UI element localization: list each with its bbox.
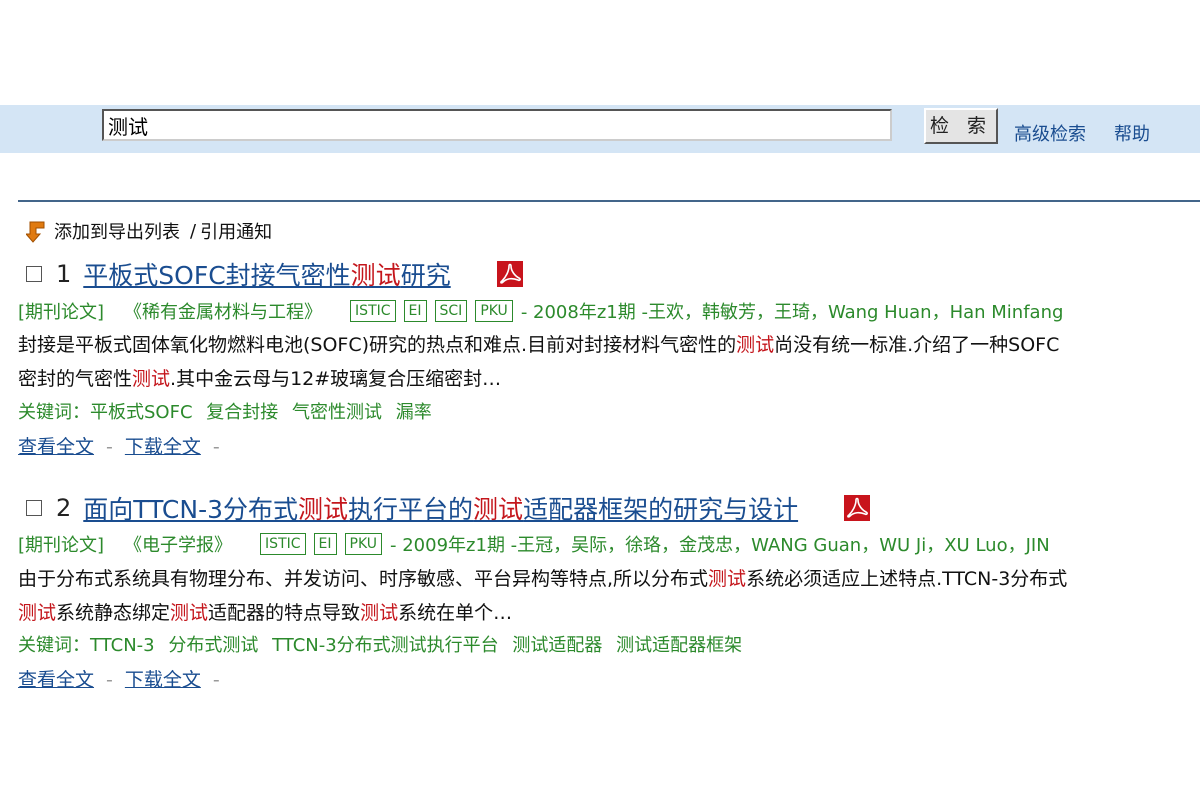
help-link[interactable]: 帮助 [1114, 120, 1150, 146]
result-checkbox[interactable] [26, 266, 42, 282]
result-title-row: 1 平板式SOFC封接气密性测试研究 [26, 256, 523, 292]
result-meta: [期刊论文] 《电子学报》 ISTIC EI PKU - 2009年z1期 -王… [18, 531, 1050, 557]
page: 检 索 高级检索 帮助 添加到导出列表 / 引用通知 1 平板式SOFC封接气密… [0, 0, 1200, 800]
download-fulltext-link[interactable]: 下载全文 [125, 669, 201, 691]
result-type: [期刊论文] [18, 302, 105, 323]
toolbar-separator: / [190, 220, 197, 242]
index-tag: EI [313, 533, 337, 555]
keyword-link[interactable]: 测试适配器 [512, 635, 602, 656]
index-tag: ISTIC [350, 300, 396, 322]
view-fulltext-link[interactable]: 查看全文 [18, 669, 94, 691]
index-tag: SCI [434, 300, 468, 322]
keyword-link[interactable]: 测试适配器框架 [616, 635, 742, 656]
download-fulltext-link[interactable]: 下载全文 [125, 436, 201, 458]
add-to-export-link[interactable]: 添加到导出列表 [54, 218, 180, 244]
result-info: - 2009年z1期 -王冠，吴际，徐珞，金茂忠，WANG Guan，WU Ji… [390, 535, 1050, 556]
result-type: [期刊论文] [18, 535, 105, 556]
result-title-row: 2 面向TTCN-3分布式测试执行平台的测试适配器框架的研究与设计 [26, 490, 871, 526]
search-button[interactable]: 检 索 [924, 108, 998, 144]
keyword-link[interactable]: 漏率 [396, 402, 432, 423]
result-abstract-line: 密封的气密性测试.其中金云母与12#玻璃复合压缩密封… [18, 368, 502, 390]
keyword-link[interactable]: 复合封接 [206, 402, 278, 423]
pdf-icon[interactable] [496, 261, 523, 287]
search-input[interactable] [102, 109, 892, 141]
keyword-link[interactable]: 气密性测试 [292, 402, 382, 423]
result-checkbox[interactable] [26, 500, 42, 516]
index-tag: PKU [344, 533, 383, 555]
index-tag: ISTIC [260, 533, 306, 555]
result-title-link[interactable]: 平板式SOFC封接气密性测试研究 [83, 256, 450, 292]
result-keywords: 关键词：TTCN-3 分布式测试 TTCN-3分布式测试执行平台 测试适配器 测… [18, 635, 743, 656]
result-source-link[interactable]: 《稀有金属材料与工程》 [124, 298, 322, 324]
result-source-link[interactable]: 《电子学报》 [124, 531, 232, 557]
result-actions: 查看全文 - 下载全文 - [18, 436, 220, 458]
pdf-icon[interactable] [844, 495, 871, 521]
keyword-link[interactable]: TTCN-3分布式测试执行平台 [272, 635, 499, 656]
result-abstract-line: 由于分布式系统具有物理分布、并发访问、时序敏感、平台异构等特点,所以分布式测试系… [18, 568, 1068, 590]
keyword-link[interactable]: 分布式测试 [168, 635, 258, 656]
citation-alert-link[interactable]: 引用通知 [200, 218, 272, 244]
result-meta: [期刊论文] 《稀有金属材料与工程》 ISTIC EI SCI PKU - 20… [18, 298, 1063, 324]
result-abstract-line: 封接是平板式固体氧化物燃料电池(SOFC)研究的热点和难点.目前对封接材料气密性… [18, 334, 1060, 356]
toolbar: 添加到导出列表 / 引用通知 [26, 218, 272, 244]
result-keywords: 关键词：平板式SOFC 复合封接 气密性测试 漏率 [18, 402, 432, 423]
result-info: - 2008年z1期 -王欢，韩敏芳，王琦，Wang Huan，Han Minf… [520, 302, 1064, 323]
result-number: 2 [56, 494, 72, 522]
view-fulltext-link[interactable]: 查看全文 [18, 436, 94, 458]
divider [18, 200, 1200, 202]
index-tag: PKU [475, 300, 513, 322]
keyword-link[interactable]: TTCN-3 [90, 635, 155, 656]
result-actions: 查看全文 - 下载全文 - [18, 669, 220, 691]
index-tag: EI [403, 300, 427, 322]
keyword-link[interactable]: 平板式SOFC [90, 402, 193, 423]
export-arrow-icon [26, 221, 45, 243]
result-title-link[interactable]: 面向TTCN-3分布式测试执行平台的测试适配器框架的研究与设计 [83, 490, 798, 526]
advanced-search-link[interactable]: 高级检索 [1014, 120, 1086, 146]
result-abstract-line: 测试系统静态绑定测试适配器的特点导致测试系统在单个… [18, 602, 513, 624]
result-number: 1 [56, 260, 72, 288]
